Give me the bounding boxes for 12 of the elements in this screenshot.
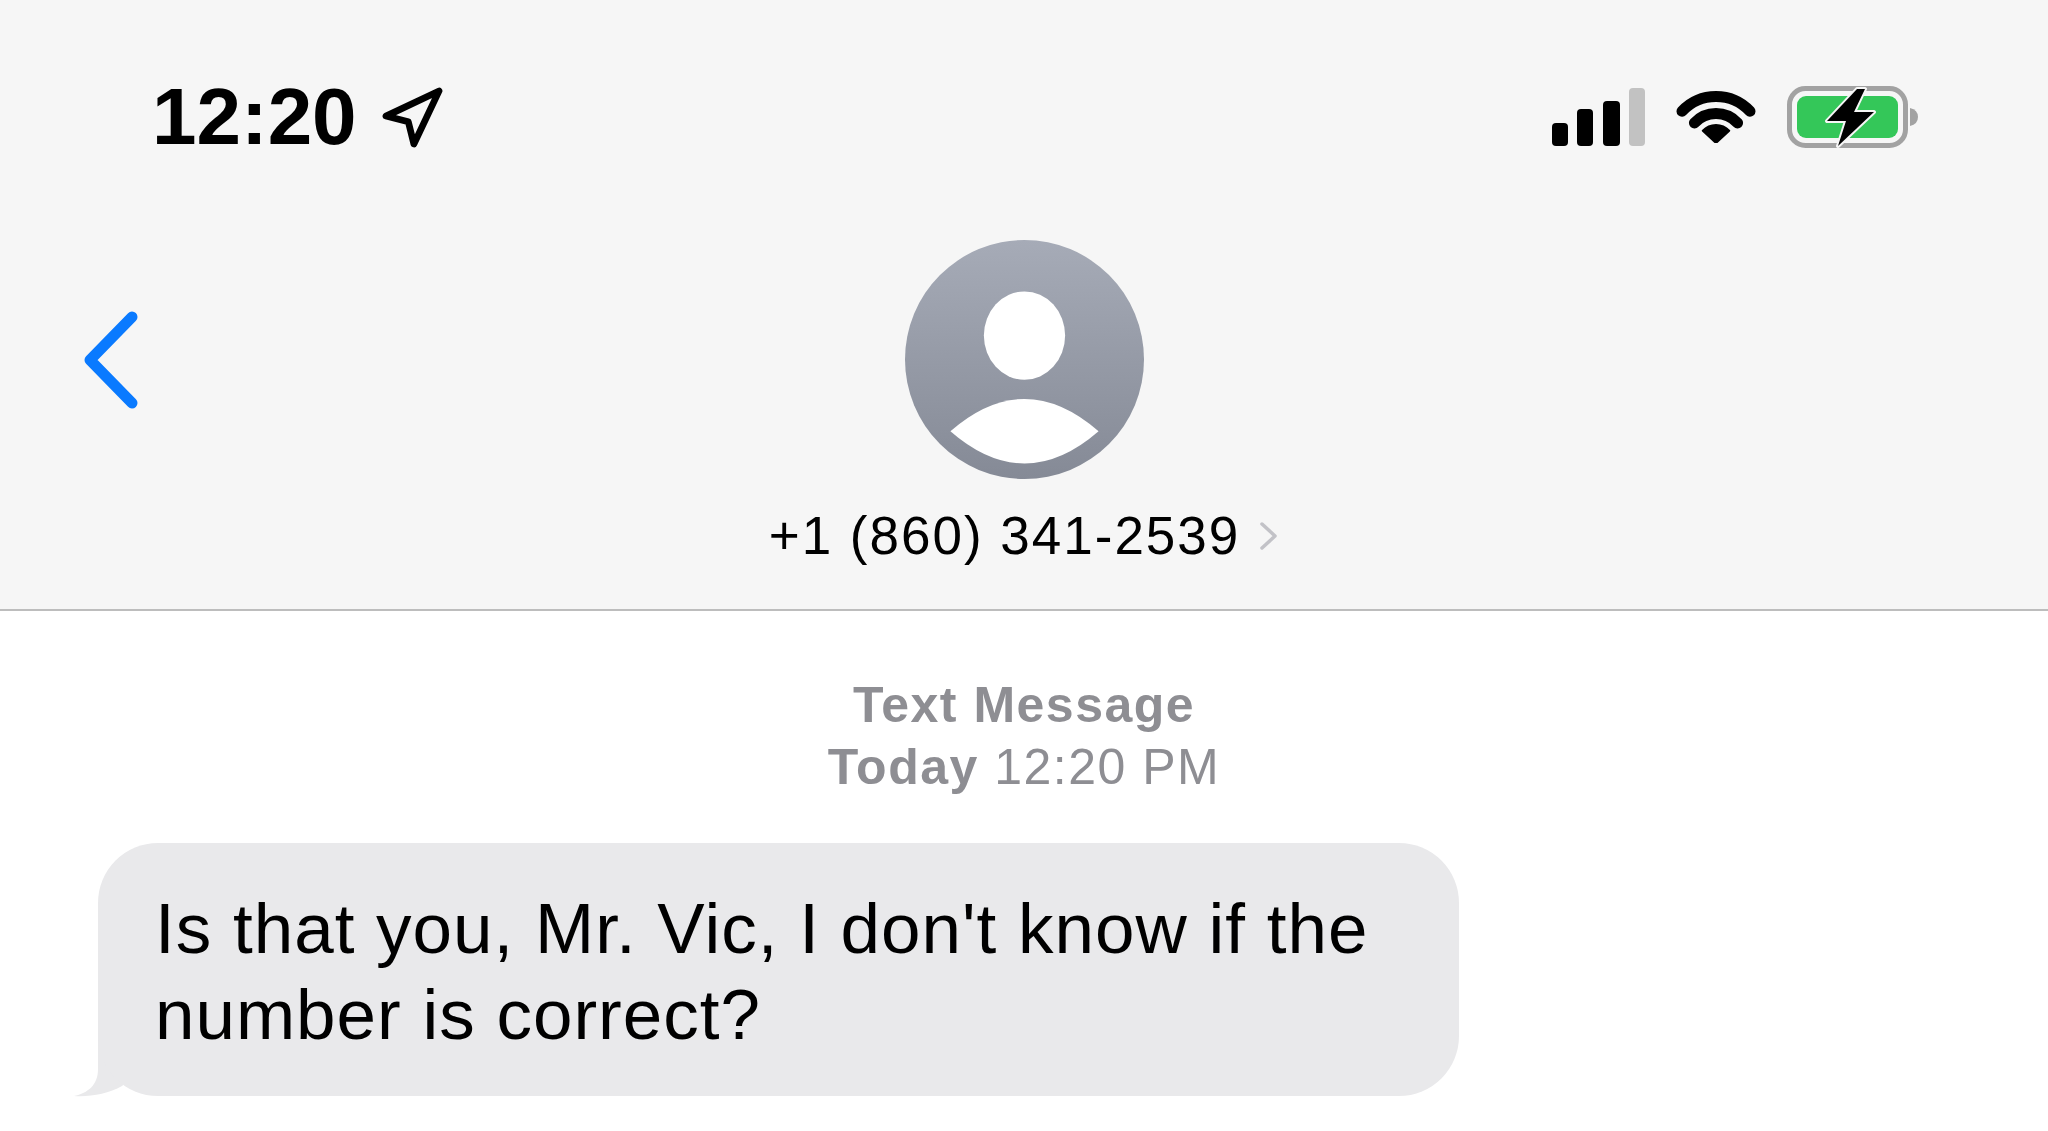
service-label: Text Message: [852, 676, 1196, 735]
status-time: 12:20: [152, 77, 357, 157]
back-button[interactable]: [82, 310, 140, 410]
battery-charging-icon: [1787, 86, 1918, 148]
location-arrow-icon: [381, 86, 443, 148]
message-timestamp: Today 12:20 PM: [827, 738, 1221, 797]
chevron-left-icon: [82, 310, 140, 410]
message-bubble: Is that you, Mr. Vic, I don't know if the number is correct?: [98, 843, 1459, 1096]
chevron-right-icon: [1258, 520, 1280, 551]
cellular-signal-icon: [1552, 88, 1645, 146]
wifi-icon: [1675, 91, 1757, 143]
person-avatar-icon: [904, 240, 1144, 479]
